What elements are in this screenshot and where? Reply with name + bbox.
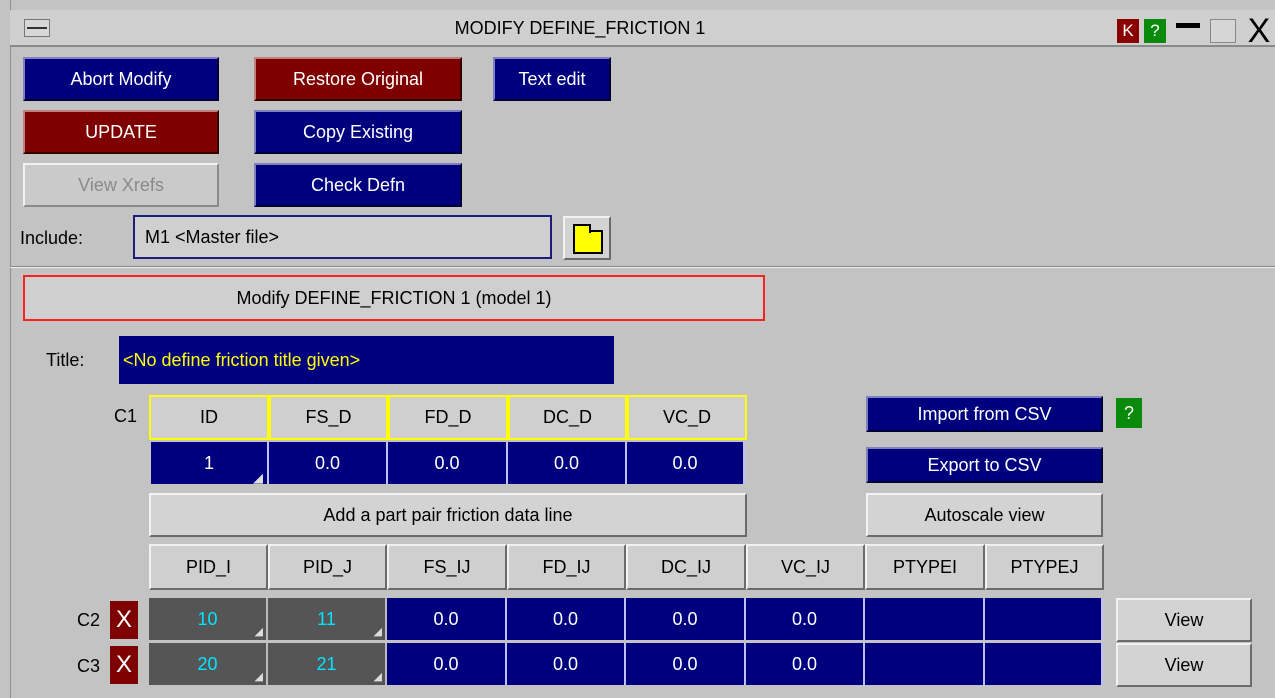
restore-original-button[interactable]: Restore Original <box>254 57 462 101</box>
abort-modify-button[interactable]: Abort Modify <box>23 57 219 101</box>
include-value: M1 <Master file> <box>145 226 280 247</box>
export-csv-button[interactable]: Export to CSV <box>866 447 1103 483</box>
ptypej-field[interactable] <box>985 643 1103 685</box>
header-fd-d[interactable]: FD_D <box>388 395 508 440</box>
view-xrefs-button[interactable]: View Xrefs <box>23 163 219 207</box>
text-edit-button[interactable]: Text edit <box>493 57 611 101</box>
pick-corner-icon: ◢ <box>254 626 263 638</box>
keyword-button[interactable]: K <box>1117 19 1139 43</box>
header-pid-i[interactable]: PID_I <box>149 544 268 590</box>
header-fs-d[interactable]: FS_D <box>269 395 388 440</box>
header-ptypei[interactable]: PTYPEI <box>865 544 985 590</box>
id-field[interactable]: 1 ◢ <box>151 442 269 484</box>
delete-row-c2-button[interactable]: X <box>110 601 138 639</box>
dc-ij-field[interactable]: 0.0 <box>626 643 746 685</box>
pid-j-value: 11 <box>317 608 336 629</box>
title-input[interactable]: <No define friction title given> <box>119 336 614 384</box>
fd-ij-field[interactable]: 0.0 <box>507 643 626 685</box>
delete-row-c3-button[interactable]: X <box>110 646 138 684</box>
title-bar[interactable]: MODIFY DEFINE_FRICTION 1 K ? X <box>10 10 1275 48</box>
pid-i-field[interactable]: 20 ◢ <box>149 643 268 685</box>
pid-i-field[interactable]: 10 ◢ <box>149 598 268 640</box>
pid-i-value: 20 <box>197 653 218 674</box>
folder-icon <box>573 224 603 254</box>
minimize-icon[interactable] <box>1176 19 1200 43</box>
modify-window: MODIFY DEFINE_FRICTION 1 K ? X Abort Mod… <box>0 0 1275 698</box>
fd-d-field[interactable]: 0.0 <box>388 442 508 484</box>
header-id[interactable]: ID <box>149 395 269 440</box>
fs-d-field[interactable]: 0.0 <box>269 442 388 484</box>
ptypei-field[interactable] <box>865 598 985 640</box>
autoscale-view-button[interactable]: Autoscale view <box>866 493 1103 537</box>
include-browse-button[interactable] <box>563 216 611 260</box>
header-ptypej[interactable]: PTYPEJ <box>985 544 1104 590</box>
view-row-c2-button[interactable]: View <box>1116 598 1252 642</box>
window-title: MODIFY DEFINE_FRICTION 1 <box>454 18 706 38</box>
dc-d-field[interactable]: 0.0 <box>508 442 627 484</box>
header-vc-d[interactable]: VC_D <box>627 395 747 440</box>
pick-corner-icon: ◢ <box>373 626 382 638</box>
row-c3-label: C3 <box>77 656 101 676</box>
vc-ij-field[interactable]: 0.0 <box>746 598 865 640</box>
header-vc-ij[interactable]: VC_IJ <box>746 544 865 590</box>
header-fs-ij[interactable]: FS_IJ <box>387 544 507 590</box>
header-dc-d[interactable]: DC_D <box>508 395 627 440</box>
view-row-c3-button[interactable]: View <box>1116 643 1252 687</box>
vc-ij-field[interactable]: 0.0 <box>746 643 865 685</box>
help-button[interactable]: ? <box>1144 19 1166 43</box>
title-label: Title: <box>46 350 85 370</box>
ptypei-field[interactable] <box>865 643 985 685</box>
maximize-icon[interactable] <box>1210 19 1236 43</box>
id-value: 1 <box>203 452 214 473</box>
update-button[interactable]: UPDATE <box>23 110 219 154</box>
fd-ij-field[interactable]: 0.0 <box>507 598 626 640</box>
dropdown-corner-icon: ◢ <box>253 470 263 485</box>
pid-j-field[interactable]: 11 ◢ <box>268 598 387 640</box>
copy-existing-button[interactable]: Copy Existing <box>254 110 462 154</box>
ptypej-field[interactable] <box>985 598 1103 640</box>
header-pid-j[interactable]: PID_J <box>268 544 387 590</box>
header-dc-ij[interactable]: DC_IJ <box>626 544 746 590</box>
pid-j-field[interactable]: 21 ◢ <box>268 643 387 685</box>
add-pair-line-button[interactable]: Add a part pair friction data line <box>149 493 747 537</box>
import-help-button[interactable]: ? <box>1116 398 1142 428</box>
row-c2-label: C2 <box>77 610 101 630</box>
vc-d-field[interactable]: 0.0 <box>627 442 745 484</box>
window-left-edge <box>0 0 11 698</box>
pick-corner-icon: ◢ <box>254 671 263 683</box>
include-field[interactable]: M1 <Master file> <box>133 215 552 259</box>
import-csv-button[interactable]: Import from CSV <box>866 396 1103 432</box>
fs-ij-field[interactable]: 0.0 <box>387 643 507 685</box>
modify-banner: Modify DEFINE_FRICTION 1 (model 1) <box>23 275 765 321</box>
pid-j-value: 21 <box>316 653 337 674</box>
section-divider <box>10 266 1275 268</box>
pid-i-value: 10 <box>197 608 218 629</box>
check-defn-button[interactable]: Check Defn <box>254 163 462 207</box>
include-label: Include: <box>20 228 84 248</box>
pick-corner-icon: ◢ <box>373 671 382 683</box>
card1-label: C1 <box>114 406 138 426</box>
close-icon[interactable]: X <box>1243 14 1275 48</box>
header-fd-ij[interactable]: FD_IJ <box>507 544 626 590</box>
dc-ij-field[interactable]: 0.0 <box>626 598 746 640</box>
fs-ij-field[interactable]: 0.0 <box>387 598 507 640</box>
